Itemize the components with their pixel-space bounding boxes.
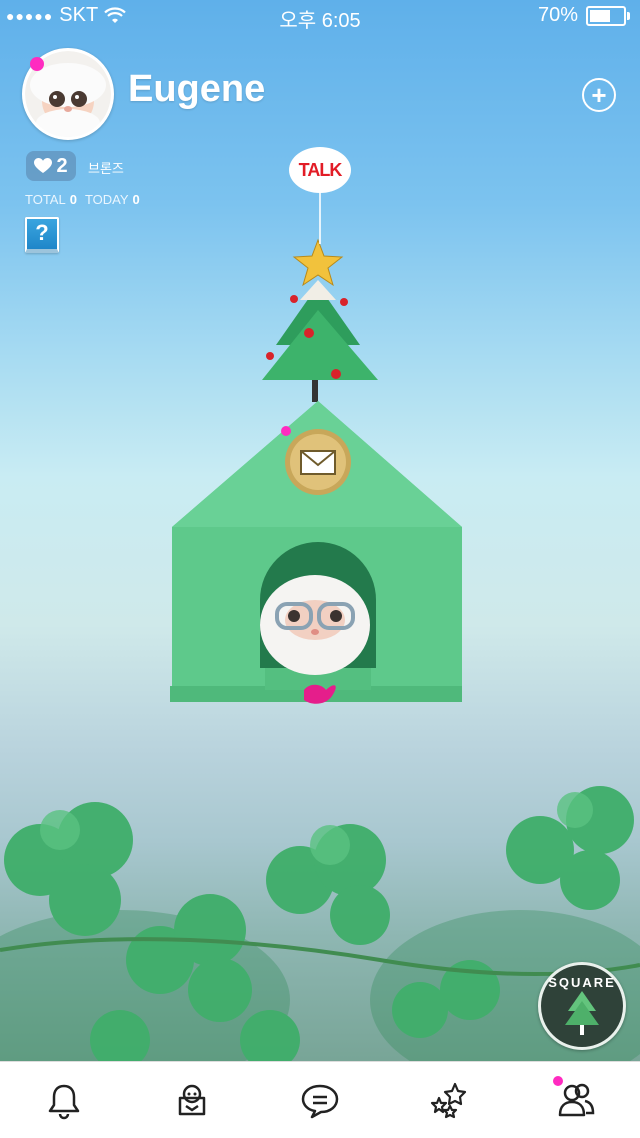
friends-notification-dot <box>553 1076 563 1086</box>
square-button[interactable]: SQUARE <box>538 962 626 1050</box>
stars-icon <box>430 1082 467 1119</box>
home-icon <box>178 1084 206 1116</box>
bottom-tab-bar <box>0 1061 640 1138</box>
talk-bubble[interactable]: TALK <box>289 147 351 193</box>
mail-button[interactable] <box>286 430 350 494</box>
tab-home[interactable] <box>128 1062 256 1138</box>
talk-string <box>319 192 321 244</box>
tab-chats[interactable] <box>256 1062 384 1138</box>
tree-icon <box>565 991 599 1035</box>
chat-icon <box>301 1084 339 1119</box>
tab-friends[interactable] <box>512 1062 640 1138</box>
friends-icon <box>558 1083 595 1117</box>
tab-stars[interactable] <box>384 1062 512 1138</box>
square-label: SQUARE <box>548 975 616 990</box>
bell-icon <box>48 1084 80 1120</box>
christmas-tree <box>262 238 378 402</box>
tab-notifications[interactable] <box>0 1062 128 1138</box>
fluffy-character <box>260 575 370 675</box>
mail-notification-dot <box>281 426 291 436</box>
